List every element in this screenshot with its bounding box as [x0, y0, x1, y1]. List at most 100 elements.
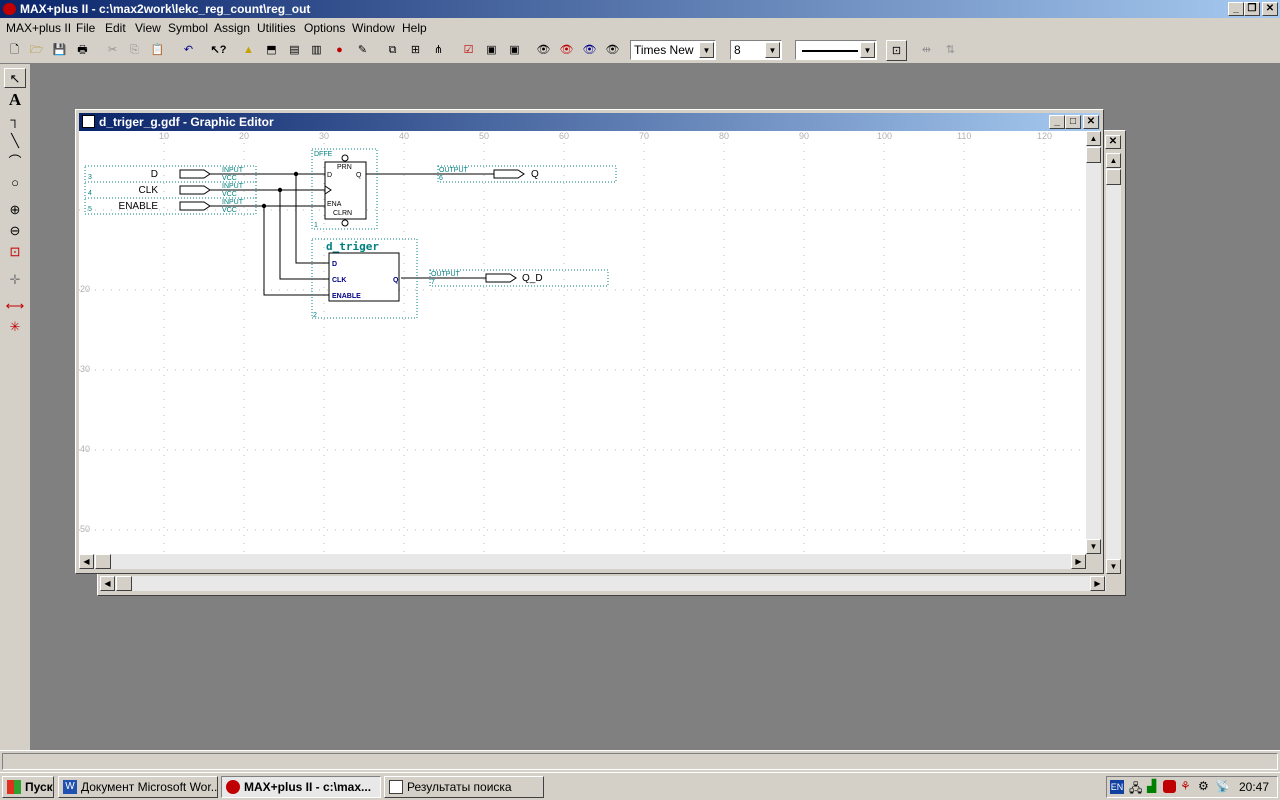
help-pointer-icon[interactable]: ↖? [208, 40, 229, 61]
scroll-left-button[interactable]: ◀ [79, 554, 94, 569]
editor-minimize-button[interactable]: _ [1049, 115, 1065, 129]
open-file-icon[interactable]: 🗁 [26, 40, 47, 61]
open-hierarchy-icon[interactable]: ⧉ [382, 40, 403, 61]
editor-icon[interactable] [82, 115, 95, 128]
network-icon[interactable]: 🖧 [1129, 779, 1142, 800]
select-tool-icon[interactable]: ↖ [4, 68, 26, 88]
scroll-up-button[interactable]: ▲ [1086, 131, 1101, 146]
chevron-down-icon[interactable]: ▼ [860, 42, 875, 58]
tray-app-icon[interactable]: ⚘ [1180, 779, 1191, 793]
app-title: MAX+plus II - c:\max2work\lekc_reg_count… [20, 2, 311, 16]
background-window-hscroll[interactable]: ◀ ▶ [100, 576, 1106, 591]
menu-maxplus[interactable]: MAX+plus II [6, 21, 71, 35]
flip-vertical-icon[interactable]: ⇅ [940, 40, 961, 61]
minimize-button[interactable]: _ [1228, 2, 1244, 16]
menu-file[interactable]: File [76, 21, 95, 35]
menu-window[interactable]: Window [352, 21, 395, 35]
save-simulate-icon[interactable]: ▣ [504, 40, 525, 61]
save-compile-icon[interactable]: ▣ [481, 40, 502, 61]
menu-options[interactable]: Options [304, 21, 345, 35]
cut-icon[interactable]: ✂ [102, 40, 123, 61]
rubberband-icon[interactable]: ⊡ [886, 40, 907, 61]
signal-icon[interactable]: ▟ [1147, 779, 1156, 793]
warning-icon[interactable]: ▲ [238, 40, 259, 61]
text-tool-icon[interactable]: A [4, 90, 26, 110]
start-button[interactable]: Пуск [2, 776, 54, 798]
line-style-select[interactable]: ▼ [795, 40, 877, 60]
scroll-right-button[interactable]: ▶ [1071, 554, 1086, 569]
editor-maximize-button[interactable]: □ [1065, 115, 1081, 129]
floorplan-icon[interactable]: ▤ [284, 40, 305, 61]
hierarchy-display-icon[interactable]: ⊞ [405, 40, 426, 61]
antivirus-icon[interactable] [1163, 780, 1176, 793]
arc-tool-icon[interactable]: ⌒ [4, 152, 26, 172]
zoom-in-icon[interactable]: ⊕ [4, 200, 26, 220]
disconnect-tool-icon[interactable]: ✳ [4, 317, 26, 337]
scroll-right-button[interactable]: ▶ [1090, 576, 1105, 591]
background-window-close-button[interactable]: ✕ [1105, 135, 1121, 149]
view-probes-icon[interactable]: 👁 [556, 40, 577, 61]
scroll-down-button[interactable]: ▼ [1086, 539, 1101, 554]
view-nodes-icon[interactable]: 👁 [579, 40, 600, 61]
toolbar: 🗋 🗁 💾 🖶 ✂ ⎘ 📋 ↶ ↖? ▲ ⬒ ▤ ▥ ● ✎ ⧉ ⊞ ⋔ ☑ ▣… [0, 38, 1280, 64]
font-name-select[interactable]: Times New ▼ [630, 40, 716, 60]
circle-tool-icon[interactable]: ○ [4, 173, 26, 193]
compiler-icon[interactable]: ● [329, 40, 350, 61]
scroll-down-button[interactable]: ▼ [1106, 559, 1121, 574]
ruler-top-label: 30 [319, 131, 329, 141]
save-check-icon[interactable]: ☑ [458, 40, 479, 61]
editor-close-button[interactable]: ✕ [1083, 115, 1099, 129]
scroll-thumb[interactable] [1086, 147, 1101, 163]
connect-tool-icon[interactable]: ⟷ [4, 296, 26, 316]
font-size-select[interactable]: 8 ▼ [730, 40, 782, 60]
language-indicator[interactable]: EN [1110, 780, 1124, 794]
restore-button[interactable]: ❐ [1244, 2, 1260, 16]
close-button[interactable]: ✕ [1262, 2, 1278, 16]
task-word-document[interactable]: W Документ Microsoft Wor... [58, 776, 218, 798]
copy-icon[interactable]: ⎘ [124, 40, 145, 61]
orthogonal-line-tool-icon[interactable]: ┐ [4, 110, 26, 130]
search-icon [389, 780, 403, 794]
zoom-out-icon[interactable]: ⊖ [4, 221, 26, 241]
editor-hscroll[interactable]: ◀ ▶ [79, 554, 1086, 569]
task-search-results[interactable]: Результаты поиска [384, 776, 544, 798]
hierarchy-up-icon[interactable]: ⬒ [261, 40, 282, 61]
chevron-down-icon[interactable]: ▼ [699, 42, 714, 58]
project-tree-icon[interactable]: ⋔ [428, 40, 449, 61]
scroll-left-button[interactable]: ◀ [100, 576, 115, 591]
new-file-icon[interactable]: 🗋 [4, 40, 25, 61]
menu-help[interactable]: Help [402, 21, 427, 35]
menu-utilities[interactable]: Utilities [257, 21, 296, 35]
view-pins-icon[interactable]: 👁 [533, 40, 554, 61]
flip-horizontal-icon[interactable]: ⇹ [916, 40, 937, 61]
symbol-editor-icon[interactable]: ▥ [306, 40, 327, 61]
editor-vscroll[interactable]: ▲ ▼ [1086, 131, 1101, 554]
scroll-thumb[interactable] [116, 576, 132, 591]
settings-icon[interactable]: ⚙ [1198, 779, 1209, 793]
diagonal-line-tool-icon[interactable]: ╲ [4, 131, 26, 151]
save-icon[interactable]: 💾 [49, 40, 70, 61]
menu-edit[interactable]: Edit [105, 21, 126, 35]
menu-assign[interactable]: Assign [214, 21, 250, 35]
scroll-up-button[interactable]: ▲ [1106, 153, 1121, 168]
view-buses-icon[interactable]: 👁 [602, 40, 623, 61]
port-d: D [332, 261, 337, 268]
app-icon[interactable] [3, 3, 16, 15]
clock[interactable]: 20:47 [1239, 780, 1269, 794]
task-maxplus[interactable]: MAX+plus II - c:\max... [221, 776, 381, 798]
menu-symbol[interactable]: Symbol [168, 21, 208, 35]
undo-icon[interactable]: ↶ [178, 40, 199, 61]
scroll-thumb[interactable] [1106, 169, 1121, 185]
schematic-canvas[interactable]: 10 20 30 40 50 60 70 80 90 100 110 120 2… [79, 131, 1088, 554]
background-window-vscroll[interactable]: ▲ ▼ [1106, 153, 1121, 574]
paste-icon[interactable]: 📋 [147, 40, 168, 61]
simulator-icon[interactable]: ✎ [352, 40, 373, 61]
fit-in-window-icon[interactable]: ⊡ [4, 242, 26, 262]
satellite-icon[interactable]: 📡 [1215, 779, 1230, 793]
dffe-primitive[interactable]: DFFE PRN D Q ENA CLRN 1 [311, 148, 378, 230]
scroll-thumb[interactable] [95, 554, 111, 569]
print-icon[interactable]: 🖶 [72, 40, 93, 61]
grid-tool-icon[interactable]: ✛ [4, 270, 26, 290]
chevron-down-icon[interactable]: ▼ [765, 42, 780, 58]
menu-view[interactable]: View [135, 21, 161, 35]
